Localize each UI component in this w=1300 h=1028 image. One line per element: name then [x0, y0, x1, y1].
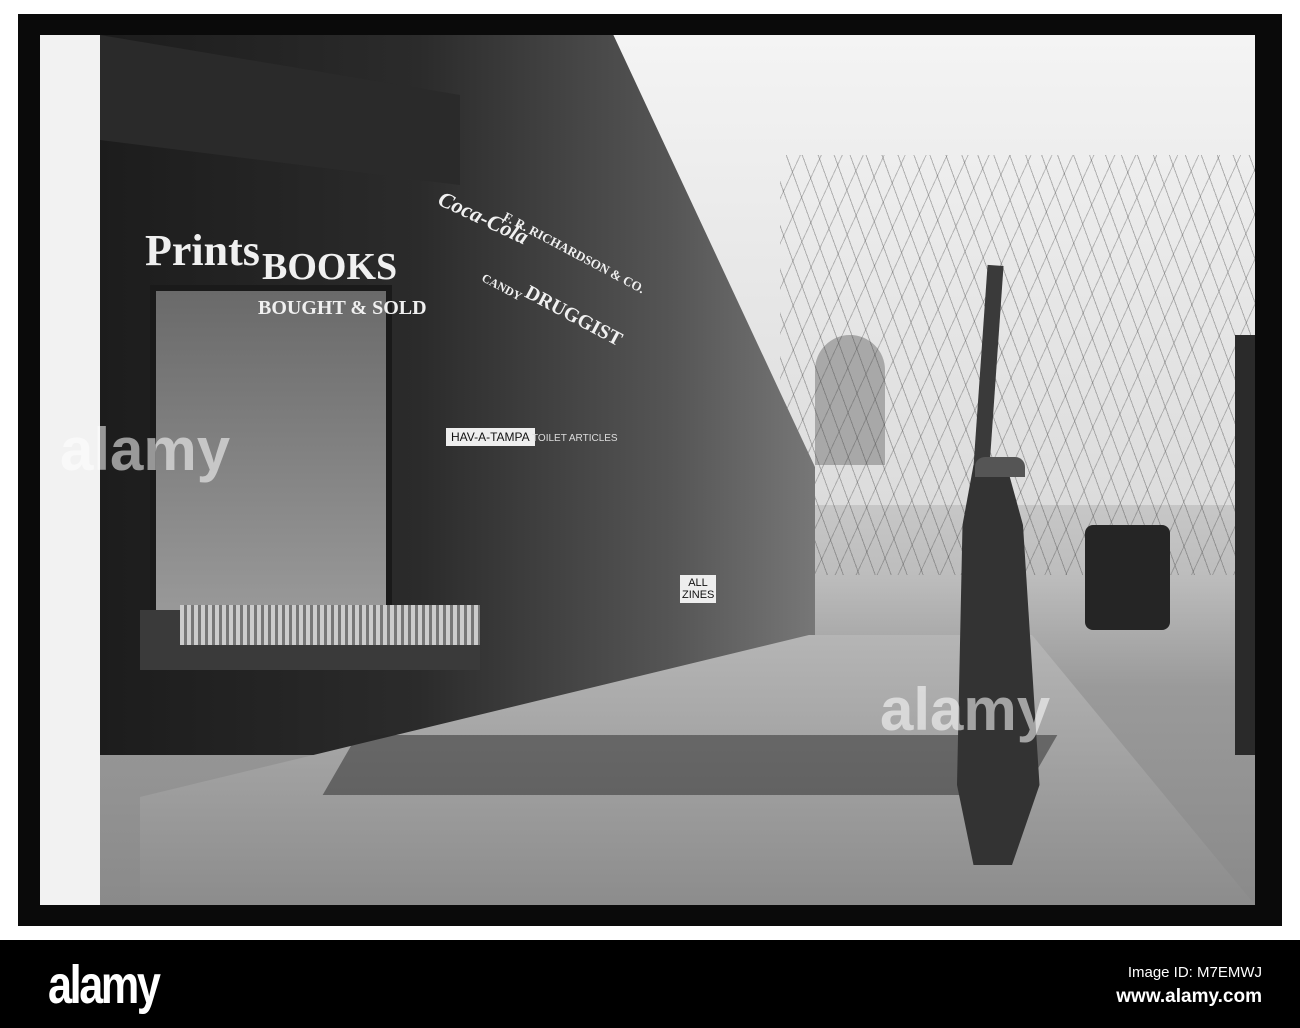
tree-trunk: [1235, 335, 1255, 755]
fedora-hat: [975, 457, 1025, 477]
vintage-car: [1085, 525, 1170, 630]
watermark: alamy: [880, 676, 1051, 743]
sign-hav-a-tampa: HAV-A-TAMPA: [446, 428, 535, 446]
sign-books: BOOKS: [262, 246, 398, 288]
sign-toilet-articles: TOILET ARTICLES: [532, 433, 618, 444]
footer-bar: alamy Image ID: M7EMWJ www.alamy.com: [0, 940, 1300, 1028]
site-url: www.alamy.com: [1116, 986, 1262, 1007]
sign-bought-sold: BOUGHT & SOLD: [258, 297, 427, 319]
image-id: Image ID: M7EMWJ: [1127, 964, 1262, 981]
shadow: [322, 735, 1058, 795]
street-photo: Prints BOOKS BOUGHT & SOLD Coca-Cola F. …: [40, 35, 1255, 905]
books-on-table: [180, 605, 480, 645]
sign-magazines: ALL ZINES: [680, 575, 716, 603]
alamy-logo: alamy: [48, 955, 161, 1015]
watermark: alamy: [60, 416, 231, 483]
sign-prints: Prints: [145, 226, 260, 275]
